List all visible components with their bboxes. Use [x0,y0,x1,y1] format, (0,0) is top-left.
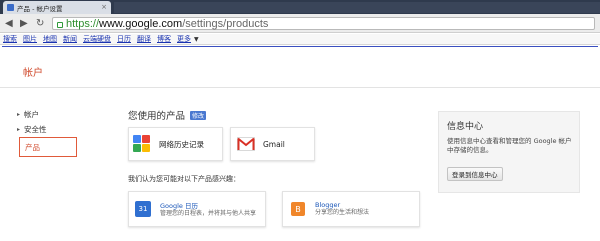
forward-arrow-icon[interactable]: ▶ [20,18,28,29]
nav-more-link[interactable]: 更多 [177,34,191,44]
suggested-card-text: Google 日历 管理您的日程表，并将其与他人共享 [160,200,256,218]
suggested-card-blogger[interactable]: B Blogger 分享您的生活和想法 [282,191,420,227]
products-section: 您使用的产品 修改 [128,108,207,122]
url-domain: www.google.com [99,17,183,30]
web-history-icon [133,135,151,153]
browser-tab[interactable]: 产品 - 帐户设置 × [3,1,111,14]
suggested-card-calendar[interactable]: 31 Google 日历 管理您的日程表，并将其与他人共享 [128,191,266,227]
gmail-icon [237,137,255,151]
nav-link-calendar[interactable]: 日历 [117,34,131,44]
sidebar-item-security[interactable]: ▸ 安全性 [17,122,79,137]
sidebar-item-label: 产品 [25,142,40,152]
info-center-panel: 信息中心 使用信息中心查看和管理您的 Google 帐户中存储的信息。 登录到信… [438,111,580,193]
product-card-label: Gmail [263,139,285,149]
suggested-card-desc: 管理您的日程表，并将其与他人共享 [160,210,257,217]
browser-toolbar: ◀ ▶ ↻ https:// www.google.com /settings/… [0,14,600,33]
suggested-card-desc: 分享您的生活和想法 [315,209,370,216]
address-bar[interactable]: https:// www.google.com /settings/produc… [52,17,595,30]
suggested-card-title: Blogger [315,201,341,209]
nav-link-drive[interactable]: 云端硬盘 [83,34,111,44]
suggested-card-title: Google 日历 [160,202,198,210]
sidebar-item-label: 帐户 [24,110,40,119]
product-card-gmail[interactable]: Gmail [230,127,315,161]
tab-strip-empty [114,2,600,13]
sidebar-item-products[interactable]: 产品 [19,137,77,157]
calendar-icon: 31 [135,201,151,217]
product-card-label: 网络历史记录 [159,139,204,149]
nav-bar-divider [2,46,598,47]
info-center-title: 信息中心 [447,122,484,132]
nav-link-search[interactable]: 搜索 [3,34,17,44]
edit-products-link[interactable]: 修改 [190,110,207,120]
product-card-web-history[interactable]: 网络历史记录 [128,127,223,161]
nav-link-news[interactable]: 新闻 [63,34,77,44]
tab-strip: 产品 - 帐户设置 × [0,0,600,14]
blogger-icon: B [291,202,305,216]
url-scheme: https:// [66,17,100,30]
google-favicon-icon [7,4,14,11]
info-center-login-button[interactable]: 登录到信息中心 [447,167,503,181]
info-center-description: 使用信息中心查看和管理您的 Google 帐户中存储的信息。 [447,137,572,154]
sidebar-item-label: 安全性 [24,125,47,134]
tab-title: 产品 - 帐户设置 [17,4,63,13]
sidebar: ▸ 帐户 ▸ 安全性 [17,107,79,137]
reload-icon[interactable]: ↻ [36,18,44,29]
nav-link-translate[interactable]: 翻译 [137,34,151,44]
header-divider [0,87,600,88]
suggested-card-text: Blogger 分享您的生活和想法 [315,201,369,217]
google-nav-bar: 搜索 图片 地图 新闻 云端硬盘 日历 翻译 博客 更多 ▼ [0,34,600,45]
nav-link-images[interactable]: 图片 [23,34,37,44]
sidebar-item-account[interactable]: ▸ 帐户 [17,107,79,122]
page-title: 帐户 [23,68,43,79]
products-heading: 您使用的产品 [128,111,186,122]
suggestions-heading: 我们认为您可能对以下产品感兴趣： [128,175,240,183]
tab-close-icon[interactable]: × [101,3,107,11]
back-arrow-icon[interactable]: ◀ [5,18,13,29]
nav-link-blogger[interactable]: 博客 [157,34,171,44]
lock-icon [57,21,63,28]
bullet-icon: ▸ [17,111,21,118]
url-path: /settings/products [182,17,269,30]
nav-link-maps[interactable]: 地图 [43,34,57,44]
chevron-down-icon[interactable]: ▼ [194,36,199,43]
bullet-icon: ▸ [17,126,21,133]
